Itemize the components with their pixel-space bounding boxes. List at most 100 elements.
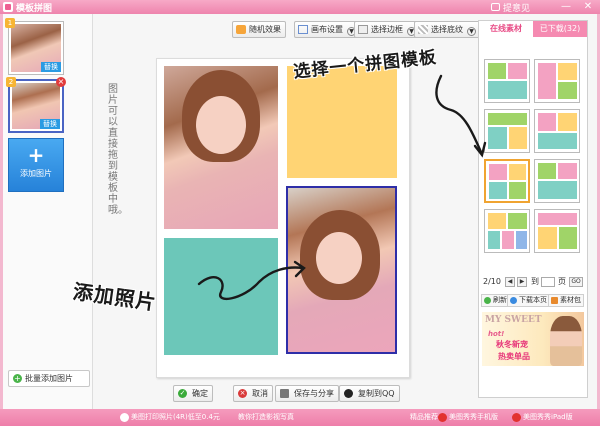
status-bar: 美图打印照片(4R)低至0.4元 教你打造影视写真 精品推荐: 美图秀秀手机版 … xyxy=(0,409,600,426)
refresh-label: 刷新 xyxy=(493,296,507,304)
download-icon xyxy=(510,297,517,304)
copy-qq-button[interactable]: 复制到QQ xyxy=(339,385,400,402)
print-icon xyxy=(120,413,129,422)
ad-hot: hot! xyxy=(488,330,505,338)
drag-hint-text: 图片可以直接拖到模板中哦。 xyxy=(108,84,128,216)
page-label: 页 xyxy=(558,277,566,286)
ad-line: 秋冬新宠 xyxy=(496,340,528,349)
ad-model-image xyxy=(550,316,582,366)
batch-add-label: 批量添加图片 xyxy=(25,374,73,383)
tab-downloaded[interactable]: 已下载(32) xyxy=(533,21,587,37)
recommend-label: 精品推荐: xyxy=(410,413,441,421)
template-thumbnail[interactable] xyxy=(534,109,580,153)
delete-icon[interactable]: × xyxy=(56,77,66,87)
collage-photo-cell[interactable] xyxy=(164,66,278,229)
photo-thumbnail[interactable]: 2 × 替换 xyxy=(6,77,66,133)
title-bar: 模板拼图 提意见 — ✕ xyxy=(0,0,600,14)
qq-icon xyxy=(344,389,353,398)
material-pack-label: 素材包 xyxy=(560,296,581,304)
panel-tabs: 在线素材 已下载(32) xyxy=(479,21,587,37)
ad-line: 热卖单品 xyxy=(498,352,530,361)
add-photo-button[interactable]: + 添加图片 xyxy=(8,138,64,192)
batch-add-button[interactable]: + 批量添加图片 xyxy=(8,370,90,387)
save-share-label: 保存与分享 xyxy=(294,389,334,398)
canvas-settings-label: 画布设置 xyxy=(311,25,343,34)
photo-subject-face xyxy=(316,232,362,284)
check-icon: ✓ xyxy=(178,389,187,398)
cross-icon: × xyxy=(238,389,247,398)
confirm-label: 确定 xyxy=(192,389,208,398)
template-pager: 2/10 ◀ ▶ 到 页 GO xyxy=(481,276,585,288)
save-share-button[interactable]: 保存与分享 xyxy=(275,385,339,402)
material-pack-button[interactable]: 素材包 xyxy=(548,294,584,307)
empty-slot-teal[interactable] xyxy=(164,238,278,355)
cancel-label: 取消 xyxy=(252,389,268,398)
refresh-button[interactable]: 刷新 xyxy=(481,294,510,307)
template-thumbnail-selected[interactable] xyxy=(484,159,530,203)
refresh-icon xyxy=(484,297,491,304)
add-photo-label: 添加图片 xyxy=(20,169,52,178)
save-icon xyxy=(280,389,289,398)
ad-banner[interactable]: MY SWEET hot! 秋冬新宠 热卖单品 xyxy=(482,312,584,366)
photo-thumbnail[interactable]: 1 替换 xyxy=(5,18,64,75)
download-page-label: 下载本页 xyxy=(519,296,547,304)
prev-page-button[interactable]: ◀ xyxy=(505,277,515,287)
ad-title: MY SWEET xyxy=(485,315,542,325)
promo-tutorial-link[interactable]: 教你打造影视写真 xyxy=(238,409,294,426)
feedback-link[interactable]: 提意见 xyxy=(503,1,530,14)
canvas-icon xyxy=(298,25,308,34)
tab-online-materials[interactable]: 在线素材 xyxy=(479,21,533,37)
plus-icon: + xyxy=(27,143,45,167)
next-page-button[interactable]: ▶ xyxy=(517,277,527,287)
pattern-icon xyxy=(418,25,428,34)
app-ipad-link[interactable]: 美图秀秀iPad版 xyxy=(523,409,573,426)
chevron-down-icon: ▼ xyxy=(467,27,476,36)
random-effect-label: 随机效果 xyxy=(249,25,281,34)
photo-sidebar: 1 替换 2 × 替换 + 添加图片 + 批量添加图片 xyxy=(3,14,93,409)
arrow-to-template xyxy=(435,74,483,154)
package-icon xyxy=(551,297,558,304)
goto-label: 到 xyxy=(531,277,539,286)
template-thumbnail[interactable] xyxy=(484,109,530,153)
confirm-button[interactable]: ✓ 确定 xyxy=(173,385,213,402)
minimize-button[interactable]: — xyxy=(560,1,572,13)
border-icon xyxy=(358,25,368,34)
feedback-icon[interactable] xyxy=(491,3,500,11)
page-input[interactable] xyxy=(541,277,555,287)
replace-button[interactable]: 替换 xyxy=(40,119,60,129)
download-page-button[interactable]: 下载本页 xyxy=(507,294,550,307)
photo-subject-face xyxy=(196,96,246,154)
collage-canvas[interactable] xyxy=(156,58,410,378)
go-button[interactable]: GO xyxy=(569,277,583,287)
select-border-button[interactable]: 选择边框 ▼ xyxy=(354,21,421,38)
replace-button[interactable]: 替换 xyxy=(41,62,61,72)
select-background-button[interactable]: 选择底纹 ▼ xyxy=(414,21,481,38)
random-effect-button[interactable]: 随机效果 xyxy=(232,21,286,38)
template-thumbnail[interactable] xyxy=(534,209,580,253)
window-title: 模板拼图 xyxy=(16,4,53,14)
select-background-label: 选择底纹 xyxy=(431,25,463,34)
hand-icon xyxy=(236,25,246,34)
template-thumbnail[interactable] xyxy=(534,159,580,203)
app-mobile-link[interactable]: 美图秀秀手机版 xyxy=(449,409,498,426)
main-area: 1 替换 2 × 替换 + 添加图片 + 批量添加图片 随机效果 画布设置 ▼ 选… xyxy=(3,14,597,409)
template-thumbnail[interactable] xyxy=(484,209,530,253)
app-logo-icon xyxy=(3,2,13,12)
copy-qq-label: 复制到QQ xyxy=(358,389,395,398)
close-button[interactable]: ✕ xyxy=(582,1,594,13)
meitu-app-icon xyxy=(512,413,521,422)
template-thumbnail[interactable] xyxy=(484,59,530,103)
cancel-button[interactable]: × 取消 xyxy=(233,385,273,402)
thumbnail-number-badge: 1 xyxy=(5,18,15,28)
promo-print-link[interactable]: 美图打印照片(4R)低至0.4元 xyxy=(131,409,220,426)
meitu-app-icon xyxy=(438,413,447,422)
plus-circle-icon: + xyxy=(13,374,22,383)
select-border-label: 选择边框 xyxy=(371,25,403,34)
collage-photo-cell-selected[interactable] xyxy=(286,186,397,354)
empty-slot-yellow[interactable] xyxy=(287,66,397,178)
template-panel: 在线素材 已下载(32) 2/10 ◀ ▶ 到 页 GO 刷新 下载本页 素材包… xyxy=(478,20,588,398)
template-thumbnail[interactable] xyxy=(534,59,580,103)
canvas-settings-button[interactable]: 画布设置 ▼ xyxy=(294,21,361,38)
page-indicator: 2/10 xyxy=(483,277,501,286)
thumbnail-number-badge: 2 xyxy=(6,77,16,87)
